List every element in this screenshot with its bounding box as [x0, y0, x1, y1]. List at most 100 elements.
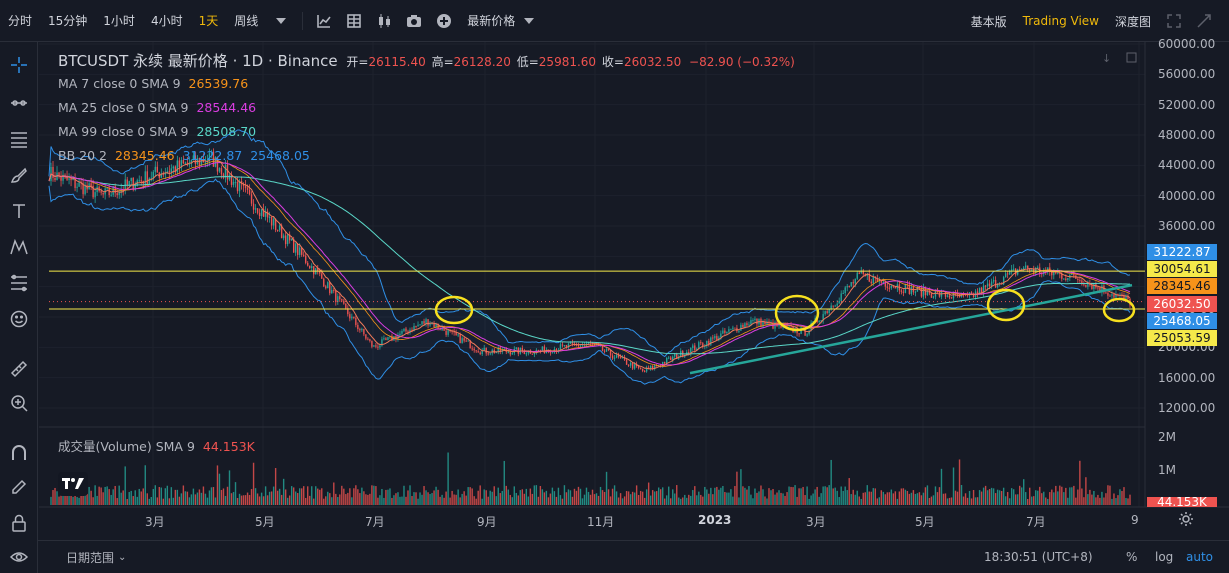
volume-bar — [716, 486, 718, 505]
volume-bar — [986, 490, 989, 505]
interval-15m[interactable]: 15分钟 — [40, 12, 95, 29]
view-tradingview[interactable]: Trading View — [1015, 14, 1107, 28]
magnet-icon[interactable] — [6, 440, 32, 466]
ruler-icon[interactable] — [6, 356, 32, 382]
volume-bar — [371, 485, 373, 505]
candle-body — [565, 345, 568, 348]
eye-icon[interactable] — [6, 544, 32, 570]
volume-bar — [936, 492, 939, 505]
price-type-select[interactable]: 最新价格 — [459, 12, 523, 29]
legend-ma7[interactable]: MA 7 close 0 SMA 9 26539.76 — [58, 76, 248, 91]
text-icon[interactable] — [6, 198, 32, 224]
emoji-icon[interactable] — [6, 306, 32, 332]
percent-toggle[interactable]: % — [1126, 550, 1137, 564]
chevron-down-icon[interactable]: ⌄ — [118, 552, 126, 563]
candle-style-icon[interactable] — [369, 6, 399, 36]
candle-body — [1075, 275, 1077, 279]
candle-body — [633, 364, 636, 369]
legend-volume[interactable]: 成交量(Volume) SMA 9 44.153K — [58, 436, 255, 455]
volume-bar — [152, 488, 154, 505]
volume-bar — [704, 486, 706, 505]
candle-body — [597, 344, 600, 346]
horizontal-lines-icon[interactable] — [6, 126, 32, 152]
volume-bar — [603, 491, 606, 505]
settings-gear-icon[interactable] — [1178, 511, 1194, 530]
pencil-lock-icon[interactable] — [6, 474, 32, 500]
volume-bar — [196, 492, 199, 505]
candle-body — [557, 349, 560, 352]
volume-bar — [303, 486, 305, 505]
date-range-button[interactable]: 日期范围 — [66, 549, 114, 566]
interval-tick[interactable]: 分时 — [0, 12, 40, 29]
candle-body — [240, 181, 243, 184]
crosshair-icon[interactable] — [6, 52, 32, 78]
interval-1d[interactable]: 1天 — [191, 12, 227, 29]
volume-bar — [503, 460, 505, 505]
candle-body — [742, 324, 744, 328]
view-depth[interactable]: 深度图 — [1107, 13, 1159, 30]
fib-icon[interactable] — [6, 270, 32, 296]
maximize-pane-icon[interactable] — [1126, 52, 1137, 66]
arrow-down-icon[interactable]: ↓ — [1102, 52, 1111, 65]
legend-ma99[interactable]: MA 99 close 0 SMA 9 28508.70 — [58, 124, 256, 139]
chevron-down-icon[interactable] — [523, 6, 535, 36]
volume-bar — [1091, 494, 1093, 505]
volume-bar — [647, 482, 650, 505]
interval-4h[interactable]: 4小时 — [143, 12, 191, 29]
brush-icon[interactable] — [6, 162, 32, 188]
legend-bb[interactable]: BB 20 2 28345.46 31222.87 25468.05 — [58, 148, 310, 163]
layout-grid-icon[interactable] — [339, 6, 369, 36]
candle-body — [54, 178, 56, 181]
volume-bar — [1097, 494, 1099, 505]
volume-bar — [138, 488, 140, 505]
volume-bar — [1105, 493, 1107, 505]
expand-icon[interactable] — [1189, 6, 1219, 36]
candle-body — [868, 274, 870, 282]
volume-bar — [168, 498, 171, 505]
view-basic[interactable]: 基本版 — [963, 13, 1015, 30]
volume-bar — [176, 489, 179, 505]
volume-bar — [174, 489, 177, 505]
candle-body — [718, 337, 720, 341]
candle-body — [834, 305, 836, 307]
volume-bar — [489, 490, 491, 505]
interval-dropdown-icon[interactable] — [266, 6, 296, 36]
candle-body — [752, 319, 754, 321]
log-toggle[interactable]: log — [1155, 550, 1173, 564]
candle-body — [50, 166, 52, 182]
candle-body — [417, 324, 419, 327]
pattern-icon[interactable] — [6, 234, 32, 260]
legend-ma25[interactable]: MA 25 close 0 SMA 9 28544.46 — [58, 100, 256, 115]
auto-toggle[interactable]: auto — [1186, 550, 1213, 564]
camera-icon[interactable] — [399, 6, 429, 36]
trendline-icon[interactable] — [6, 90, 32, 116]
volume-bar — [158, 486, 161, 505]
price-axis-label: 52000.00 — [1158, 97, 1216, 112]
volume-bar — [266, 495, 269, 505]
interval-1h[interactable]: 1小时 — [95, 12, 143, 29]
candle-body — [750, 320, 752, 325]
volume-bar — [317, 488, 319, 505]
bb-mid-value: 28345.46 — [114, 148, 175, 163]
volume-bar — [980, 491, 983, 505]
lock-icon[interactable] — [6, 510, 32, 536]
volume-bar — [553, 491, 556, 505]
volume-bar — [1051, 489, 1053, 505]
zoom-in-icon[interactable] — [6, 390, 32, 416]
volume-bar — [383, 497, 385, 505]
candle-body — [635, 364, 638, 367]
volume-bar — [872, 488, 874, 505]
candle-body — [477, 351, 479, 353]
candle-body — [1095, 284, 1097, 288]
candle-body — [774, 322, 776, 329]
add-icon[interactable] — [429, 6, 459, 36]
candle-body — [617, 354, 620, 358]
candle-body — [682, 351, 684, 357]
candle-body — [329, 282, 331, 294]
fullscreen-icon[interactable] — [1159, 6, 1189, 36]
interval-1w[interactable]: 周线 — [226, 12, 266, 29]
volume-bar — [623, 496, 626, 505]
indicators-icon[interactable] — [309, 6, 339, 36]
candle-body — [820, 320, 822, 322]
volume-bar — [1099, 497, 1101, 505]
